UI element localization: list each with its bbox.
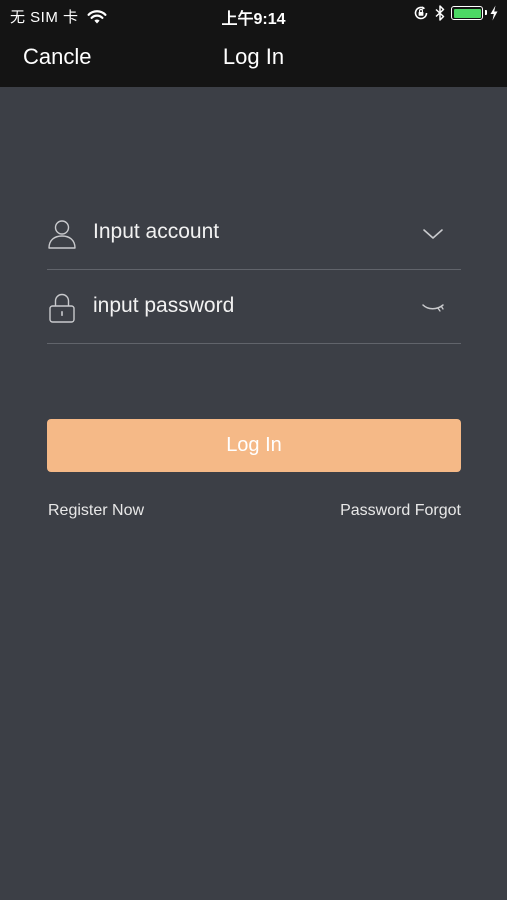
navigation-bar: Cancle Log In xyxy=(0,30,507,87)
eye-closed-icon[interactable] xyxy=(421,300,445,316)
page-title: Log In xyxy=(222,44,285,69)
user-icon xyxy=(48,220,76,249)
lock-icon xyxy=(49,293,75,323)
register-link[interactable]: Register Now xyxy=(48,502,144,520)
orientation-lock-icon xyxy=(414,6,428,20)
account-field[interactable]: Input account xyxy=(47,198,461,270)
password-field[interactable]: input password xyxy=(47,272,461,344)
password-input[interactable]: input password xyxy=(93,294,234,318)
login-button[interactable]: Log In xyxy=(47,419,461,472)
account-input[interactable]: Input account xyxy=(93,220,219,244)
chevron-down-icon[interactable] xyxy=(421,226,445,242)
forgot-password-link[interactable]: Password Forgot xyxy=(340,502,461,520)
status-right xyxy=(413,5,499,21)
bluetooth-icon xyxy=(435,5,445,21)
battery-icon xyxy=(451,6,487,20)
battery-fill xyxy=(453,8,481,18)
charging-bolt-icon xyxy=(490,5,498,21)
status-bar: 无 SIM 卡 上午9:14 xyxy=(0,0,507,30)
